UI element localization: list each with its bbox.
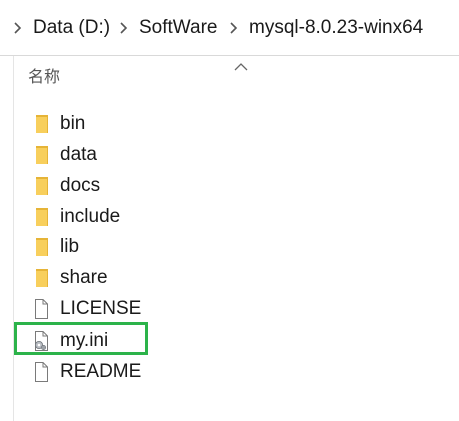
folder-icon xyxy=(32,236,50,258)
folder-icon xyxy=(32,144,50,166)
file-name: share xyxy=(60,267,108,288)
config-file-icon xyxy=(32,330,50,352)
column-header-name[interactable]: 名称 xyxy=(28,66,60,88)
address-bar: Data (D:) SoftWare mysql-8.0.23-winx64 xyxy=(0,0,459,56)
list-item-license[interactable]: LICENSE xyxy=(26,295,226,323)
folder-icon xyxy=(32,267,50,289)
chevron-right-icon[interactable] xyxy=(12,16,24,40)
list-item-readme[interactable]: README xyxy=(26,358,226,386)
breadcrumb-software[interactable]: SoftWare xyxy=(139,14,218,42)
breadcrumb-current-folder[interactable]: mysql-8.0.23-winx64 xyxy=(249,14,423,42)
list-item-bin[interactable]: bin xyxy=(26,110,226,138)
file-name: my.ini xyxy=(60,330,109,351)
file-name: data xyxy=(60,144,97,165)
folder-icon xyxy=(32,206,50,228)
chevron-right-icon[interactable] xyxy=(118,16,130,40)
list-item-my-ini[interactable]: my.ini xyxy=(26,327,226,355)
navigation-pane-edge xyxy=(0,56,14,421)
file-name: README xyxy=(60,361,142,382)
document-icon xyxy=(32,361,50,383)
file-name: docs xyxy=(60,175,101,196)
file-name: bin xyxy=(60,113,86,134)
list-item-docs[interactable]: docs xyxy=(26,172,226,200)
document-icon xyxy=(32,298,50,320)
list-item-data[interactable]: data xyxy=(26,141,226,169)
file-name: LICENSE xyxy=(60,298,142,319)
list-item-lib[interactable]: lib xyxy=(26,233,226,261)
folder-icon xyxy=(32,175,50,197)
file-name: lib xyxy=(60,236,80,257)
file-name: include xyxy=(60,206,121,227)
chevron-right-icon[interactable] xyxy=(228,16,240,40)
sort-ascending-icon xyxy=(234,58,248,71)
folder-icon xyxy=(32,113,50,135)
list-item-share[interactable]: share xyxy=(26,264,226,292)
list-item-include[interactable]: include xyxy=(26,203,226,231)
breadcrumb-drive[interactable]: Data (D:) xyxy=(33,14,110,42)
